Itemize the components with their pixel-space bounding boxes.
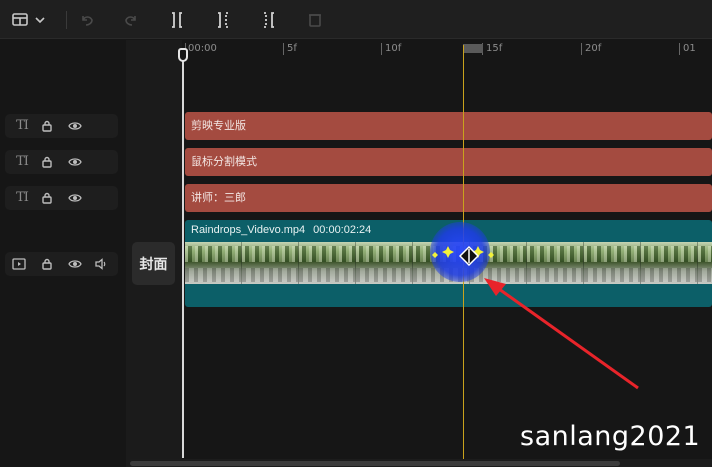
ruler-tick bbox=[679, 43, 680, 55]
playhead-handle[interactable] bbox=[178, 48, 188, 62]
eye-icon[interactable] bbox=[67, 118, 83, 134]
video-frame-thumbnail bbox=[299, 242, 356, 284]
video-track-icon bbox=[11, 256, 27, 272]
redo-button[interactable] bbox=[120, 9, 142, 31]
split-cursor-icon bbox=[459, 246, 479, 266]
ruler-label: 15f bbox=[486, 43, 503, 54]
undo-icon bbox=[82, 16, 93, 26]
cursor-ruler-marker bbox=[463, 44, 483, 53]
split-left-button[interactable] bbox=[212, 9, 234, 31]
text-track-header-2: TI bbox=[5, 150, 118, 174]
lock-icon[interactable] bbox=[39, 154, 55, 170]
split-icon bbox=[172, 12, 182, 28]
timeline-area[interactable]: 00:00 5f 10f 15f 20f 01 剪映专业版 鼠标分割模式 讲师：… bbox=[178, 40, 712, 467]
time-ruler[interactable]: 00:00 5f 10f 15f 20f 01 bbox=[182, 40, 712, 62]
speaker-icon[interactable] bbox=[93, 256, 109, 272]
horizontal-scrollbar[interactable] bbox=[130, 459, 712, 467]
delete-button[interactable] bbox=[304, 9, 326, 31]
video-clip-label: Raindrops_Videvo.mp4 00:00:02:24 bbox=[191, 224, 379, 236]
video-clip-duration: 00:00:02:24 bbox=[313, 224, 372, 236]
video-frame-thumbnail bbox=[242, 242, 299, 284]
layout-menu-button[interactable] bbox=[8, 9, 50, 31]
text-track-icon: TI bbox=[16, 118, 29, 133]
layout-icon bbox=[12, 13, 28, 26]
text-clip-1[interactable]: 剪映专业版 bbox=[185, 112, 712, 140]
undo-button[interactable] bbox=[76, 9, 98, 31]
split-left-icon bbox=[218, 12, 228, 28]
video-frame-thumbnail bbox=[185, 242, 242, 284]
split-right-icon bbox=[264, 12, 274, 28]
ruler-label: 00:00 bbox=[188, 43, 217, 54]
track-headers-panel: TI TI TI bbox=[0, 40, 126, 467]
text-track-header-1: TI bbox=[5, 114, 118, 138]
chevron-down-icon bbox=[35, 17, 45, 24]
video-frame-thumbnail bbox=[356, 242, 413, 284]
scrollbar-thumb[interactable] bbox=[130, 461, 620, 466]
timeline-toolbar bbox=[0, 0, 712, 39]
eye-icon[interactable] bbox=[67, 154, 83, 170]
video-track-header bbox=[5, 252, 118, 276]
text-clip-2[interactable]: 鼠标分割模式 bbox=[185, 148, 712, 176]
text-track-icon: TI bbox=[16, 154, 29, 169]
video-clip-filename: Raindrops_Videvo.mp4 bbox=[191, 224, 306, 236]
eye-icon[interactable] bbox=[67, 190, 83, 206]
split-right-button[interactable] bbox=[258, 9, 280, 31]
redo-icon bbox=[125, 16, 136, 26]
playhead[interactable] bbox=[178, 48, 188, 458]
lock-icon[interactable] bbox=[39, 256, 55, 272]
annotation-arrow-icon bbox=[484, 278, 639, 390]
split-button[interactable] bbox=[166, 9, 188, 31]
watermark-text: sanlang2021 bbox=[520, 421, 701, 452]
lock-icon[interactable] bbox=[39, 190, 55, 206]
ruler-label: 20f bbox=[585, 43, 602, 54]
ruler-label: 5f bbox=[287, 43, 297, 54]
lock-icon[interactable] bbox=[39, 118, 55, 134]
cover-button[interactable]: 封面 bbox=[132, 242, 175, 285]
delete-icon bbox=[309, 14, 321, 27]
video-frame-thumbnail bbox=[641, 242, 698, 284]
ruler-tick bbox=[581, 43, 582, 55]
text-track-header-3: TI bbox=[5, 186, 118, 210]
toolbar-separator bbox=[66, 11, 67, 29]
text-track-icon: TI bbox=[16, 190, 29, 205]
ruler-label: 10f bbox=[385, 43, 402, 54]
ruler-label: 01 bbox=[683, 43, 696, 54]
text-clip-3[interactable]: 讲师：三郎 bbox=[185, 184, 712, 212]
ruler-tick bbox=[381, 43, 382, 55]
eye-icon[interactable] bbox=[67, 256, 83, 272]
ruler-tick bbox=[283, 43, 284, 55]
video-frame-thumbnail bbox=[698, 242, 712, 284]
